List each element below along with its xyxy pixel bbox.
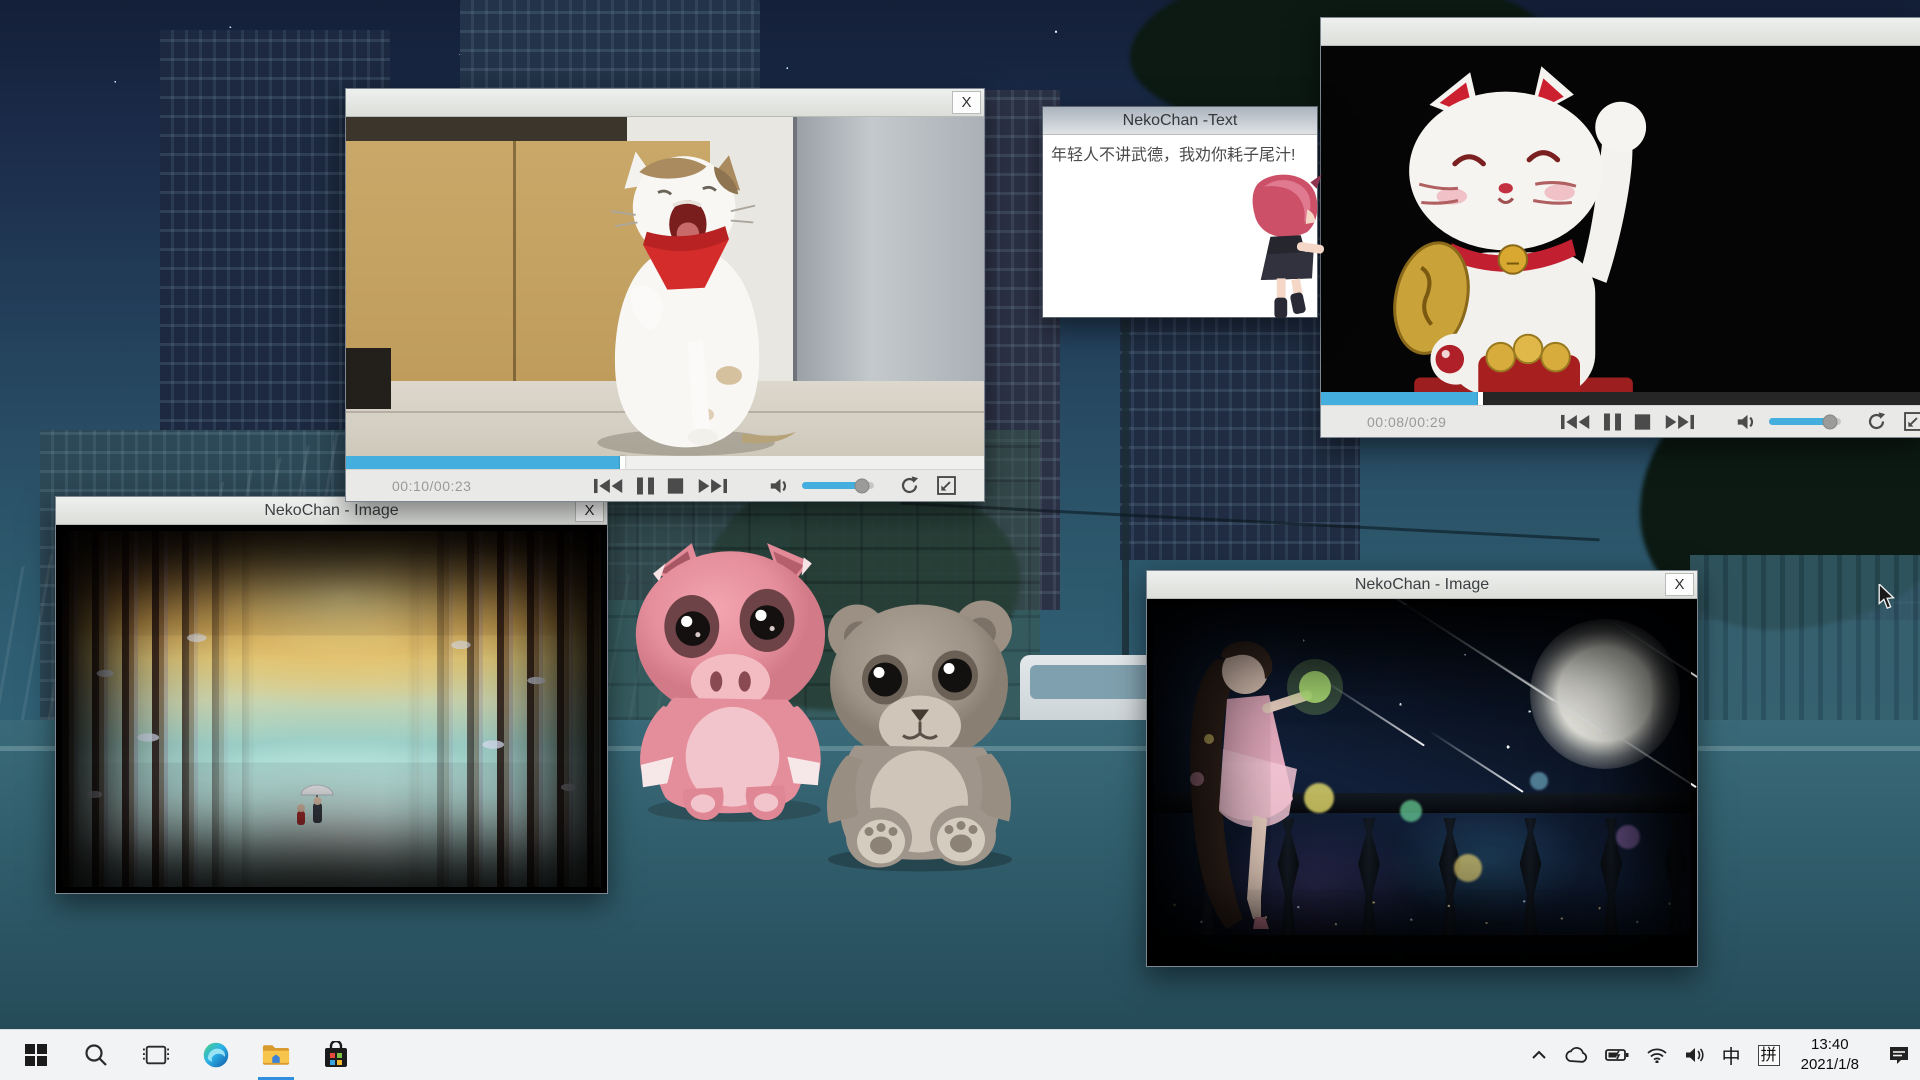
neko-text-message: 年轻人不讲武德，我劝你耗子尾汁!	[1051, 141, 1311, 165]
image-window-right-title: NekoChan - Image	[1355, 576, 1489, 594]
loop-button[interactable]	[900, 475, 919, 497]
chibi-dancer-mascot[interactable]	[1240, 168, 1328, 333]
stop-button[interactable]	[1634, 411, 1651, 433]
clock-date: 2021/1/8	[1801, 1055, 1859, 1075]
night-scene	[1153, 605, 1691, 960]
task-view-button[interactable]	[126, 1030, 186, 1080]
winter-forest-image	[56, 525, 607, 893]
night-sky-image	[1147, 599, 1697, 966]
battery-icon[interactable]	[1605, 1048, 1629, 1062]
pause-button[interactable]	[1604, 411, 1621, 433]
lucky-cat-video-frame	[1321, 46, 1920, 392]
volume-knob[interactable]	[1823, 414, 1838, 429]
next-button[interactable]	[697, 475, 727, 497]
time-display: 00:08/00:29	[1367, 414, 1509, 430]
previous-button[interactable]	[594, 475, 624, 497]
yawning-cat	[546, 133, 826, 456]
onedrive-icon[interactable]	[1564, 1047, 1588, 1063]
image-vignette	[1153, 605, 1691, 960]
clock-time: 13:40	[1801, 1035, 1859, 1055]
wifi-icon[interactable]	[1646, 1047, 1668, 1063]
seek-bar-fill	[346, 456, 620, 469]
seek-bar[interactable]	[346, 456, 984, 469]
volume-slider[interactable]	[802, 482, 874, 489]
close-icon[interactable]: X	[1665, 573, 1694, 596]
volume-icon[interactable]	[769, 475, 792, 497]
neko-text-title: NekoChan -Text	[1123, 112, 1238, 130]
ime-pinyin-indicator[interactable]: 拼	[1758, 1045, 1780, 1066]
start-button[interactable]	[6, 1030, 66, 1080]
time-display: 00:10/00:23	[392, 478, 542, 494]
close-icon[interactable]: X	[575, 499, 604, 522]
cat-video-scene	[346, 117, 984, 456]
video-player-lucky-cat: 00:08/00:29	[1320, 17, 1920, 438]
stop-button[interactable]	[667, 475, 684, 497]
loop-button[interactable]	[1867, 411, 1886, 433]
system-tray: 中 拼 13:40 2021/1/8	[1531, 1030, 1920, 1080]
taskbar-clock[interactable]: 13:40 2021/1/8	[1797, 1035, 1863, 1076]
search-icon[interactable]	[66, 1030, 126, 1080]
hidden-icons-chevron[interactable]	[1531, 1050, 1547, 1060]
image-window-left-title: NekoChan - Image	[264, 502, 398, 520]
volume-fill	[1769, 418, 1830, 425]
image-window-left: NekoChan - Image X	[55, 496, 608, 894]
ime-mode-indicator[interactable]: 中	[1722, 1042, 1741, 1069]
fullscreen-button[interactable]	[937, 475, 956, 497]
cat-video-frame	[346, 117, 984, 456]
volume-knob[interactable]	[855, 478, 870, 493]
volume-slider[interactable]	[1769, 418, 1841, 425]
taskbar: 中 拼 13:40 2021/1/8	[0, 1029, 1920, 1080]
maneki-neko-figurine	[1356, 54, 1686, 392]
edge-icon[interactable]	[186, 1030, 246, 1080]
action-center-icon[interactable]	[1888, 1045, 1910, 1065]
cat-player-titlebar[interactable]: X	[346, 89, 984, 117]
seek-playhead[interactable]	[620, 456, 625, 469]
video-player-cat: X	[345, 88, 985, 502]
close-icon[interactable]: X	[952, 91, 981, 114]
image-vignette	[62, 531, 601, 887]
scene-object	[346, 348, 391, 409]
seek-playhead[interactable]	[1478, 392, 1483, 405]
speaker-icon[interactable]	[1685, 1047, 1705, 1063]
volume-icon[interactable]	[1736, 411, 1759, 433]
lucky-player-titlebar[interactable]	[1321, 18, 1920, 46]
seek-bar-fill	[1321, 392, 1478, 405]
neko-text-titlebar[interactable]: NekoChan -Text	[1043, 107, 1317, 135]
previous-button[interactable]	[1561, 411, 1591, 433]
player-controls: 00:10/00:23	[346, 469, 984, 501]
store-icon[interactable]	[306, 1030, 366, 1080]
image-window-right: NekoChan - Image X	[1146, 570, 1698, 967]
volume-fill	[802, 482, 862, 489]
seek-bar[interactable]	[1321, 392, 1920, 405]
fullscreen-button[interactable]	[1904, 411, 1920, 433]
desktop: NekoChan - Image X	[0, 0, 1920, 1080]
winter-scene	[62, 531, 601, 887]
pause-button[interactable]	[637, 475, 654, 497]
next-button[interactable]	[1664, 411, 1694, 433]
file-explorer-icon[interactable]	[246, 1030, 306, 1080]
player-controls: 00:08/00:29	[1321, 405, 1920, 437]
mouse-cursor	[1876, 584, 1898, 615]
image-window-right-titlebar[interactable]: NekoChan - Image X	[1147, 571, 1697, 599]
teddy-bear-mascot[interactable]	[795, 585, 1045, 885]
